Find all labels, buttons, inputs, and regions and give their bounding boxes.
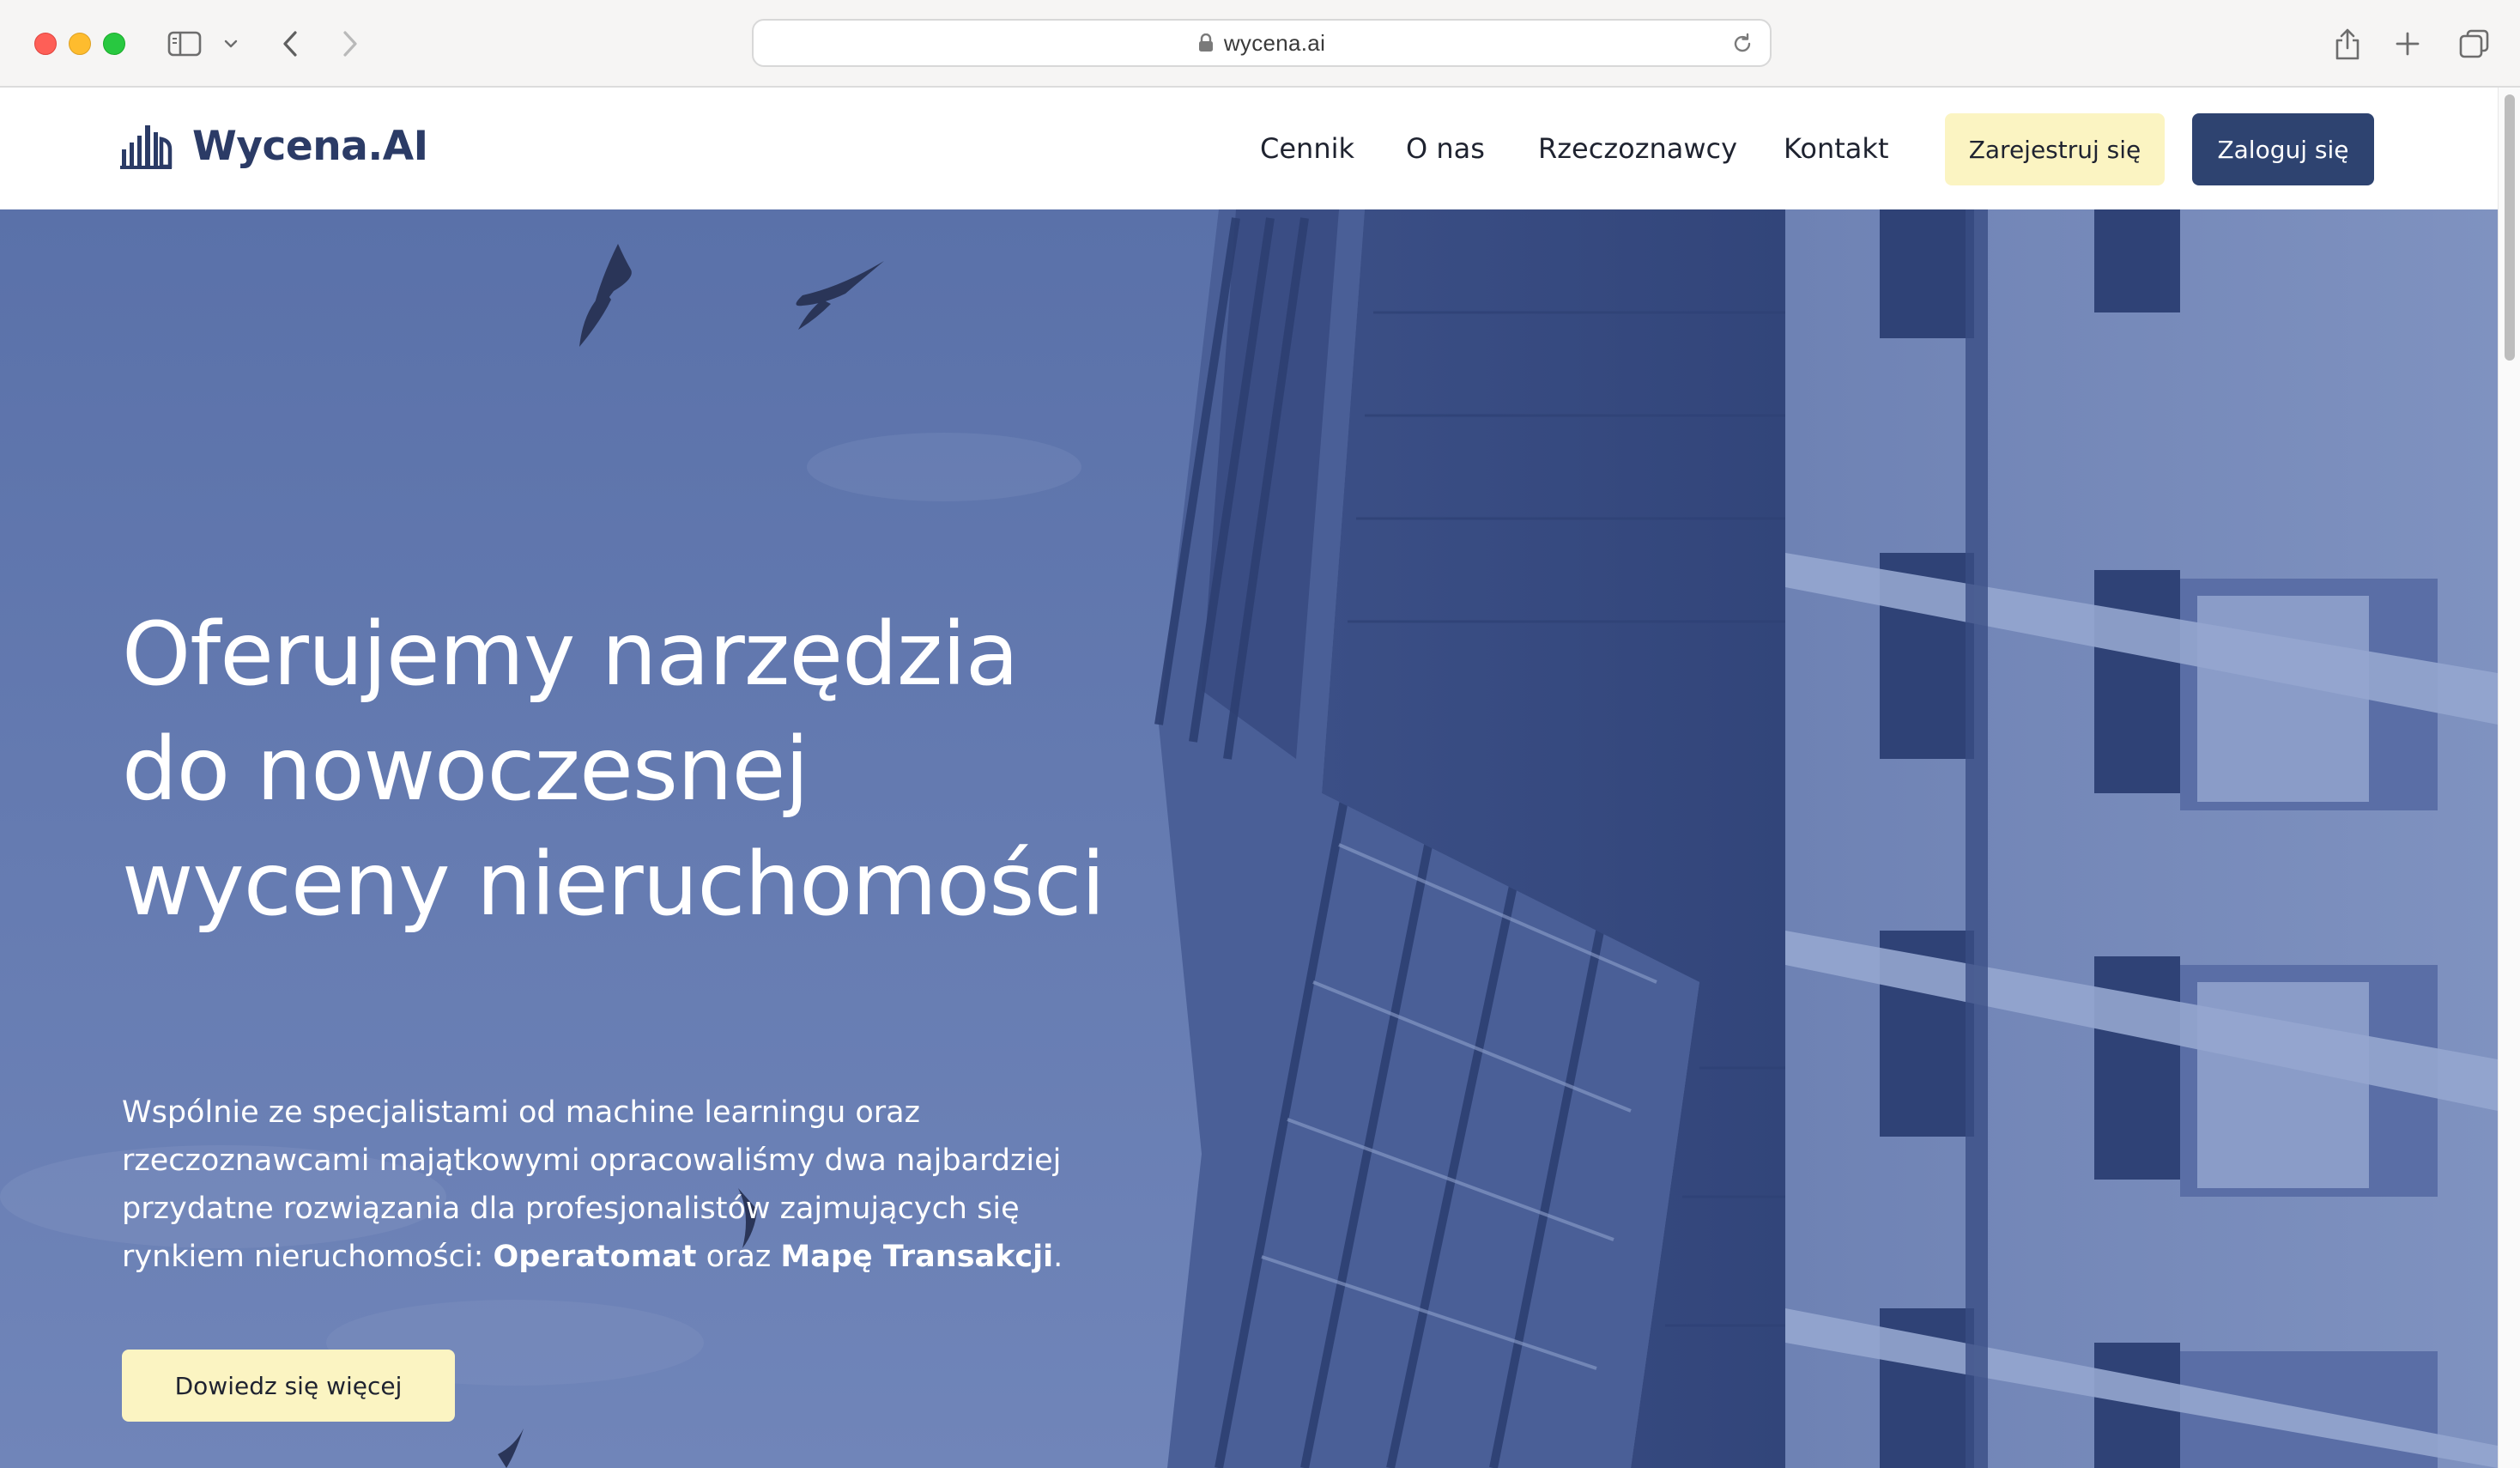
- window-maximize-button[interactable]: [103, 33, 125, 55]
- url-text: wycena.ai: [1223, 29, 1326, 56]
- logo-link[interactable]: Wycena.AI: [120, 120, 428, 172]
- building-logo-icon: [120, 125, 173, 169]
- product-mapa-transakcji: Mapę Transakcji: [780, 1240, 1054, 1274]
- hero-section: Oferujemy narzędzia do nowoczesnej wycen…: [0, 209, 2498, 1468]
- share-icon: [2335, 28, 2359, 60]
- chevron-down-icon: [224, 39, 238, 48]
- lock-icon: [1198, 33, 1213, 52]
- tabs-overview-icon: [2459, 29, 2489, 58]
- browser-toolbar: wycena.ai: [0, 0, 2520, 88]
- forward-button[interactable]: [333, 22, 367, 65]
- nav-link-o-nas[interactable]: O nas: [1406, 132, 1485, 165]
- hero-title: Oferujemy narzędzia do nowoczesnej wycen…: [122, 604, 1106, 936]
- logo-text: Wycena.AI: [192, 122, 428, 170]
- nav-link-rzeczoznawcy[interactable]: Rzeczoznawcy: [1538, 132, 1737, 165]
- nav-link-kontakt[interactable]: Kontakt: [1784, 132, 1888, 165]
- tab-group-chevron-button[interactable]: [220, 22, 242, 65]
- login-button[interactable]: Zaloguj się: [2192, 113, 2374, 185]
- window-minimize-button[interactable]: [69, 33, 91, 55]
- sidebar-icon: [167, 31, 202, 57]
- chevron-left-icon: [283, 31, 297, 57]
- hero-description: Wspólnie ze specjalistami od machine lea…: [122, 1089, 1083, 1281]
- page-scrollbar[interactable]: [2498, 88, 2520, 1468]
- chevron-right-icon: [343, 31, 357, 57]
- hero-description-connector: oraz: [696, 1240, 781, 1274]
- reload-icon[interactable]: [1730, 32, 1754, 56]
- new-tab-button[interactable]: [2386, 22, 2429, 65]
- plus-icon: [2396, 32, 2420, 56]
- nav-link-cennik[interactable]: Cennik: [1260, 132, 1354, 165]
- site-header: Wycena.AI Cennik O nas Rzeczoznawcy Kont…: [0, 88, 2520, 209]
- share-button[interactable]: [2326, 22, 2369, 65]
- product-operatomat: Operatomat: [493, 1240, 697, 1274]
- tab-overview-button[interactable]: [2453, 22, 2496, 65]
- learn-more-button[interactable]: Dowiedz się więcej: [122, 1350, 455, 1422]
- address-bar[interactable]: wycena.ai: [752, 19, 1772, 67]
- sidebar-toggle-button[interactable]: [163, 22, 206, 65]
- hero-description-ending: .: [1053, 1240, 1063, 1274]
- back-button[interactable]: [273, 22, 307, 65]
- register-button[interactable]: Zarejestruj się: [1945, 113, 2165, 185]
- scrollbar-thumb[interactable]: [2505, 94, 2515, 361]
- window-close-button[interactable]: [34, 33, 57, 55]
